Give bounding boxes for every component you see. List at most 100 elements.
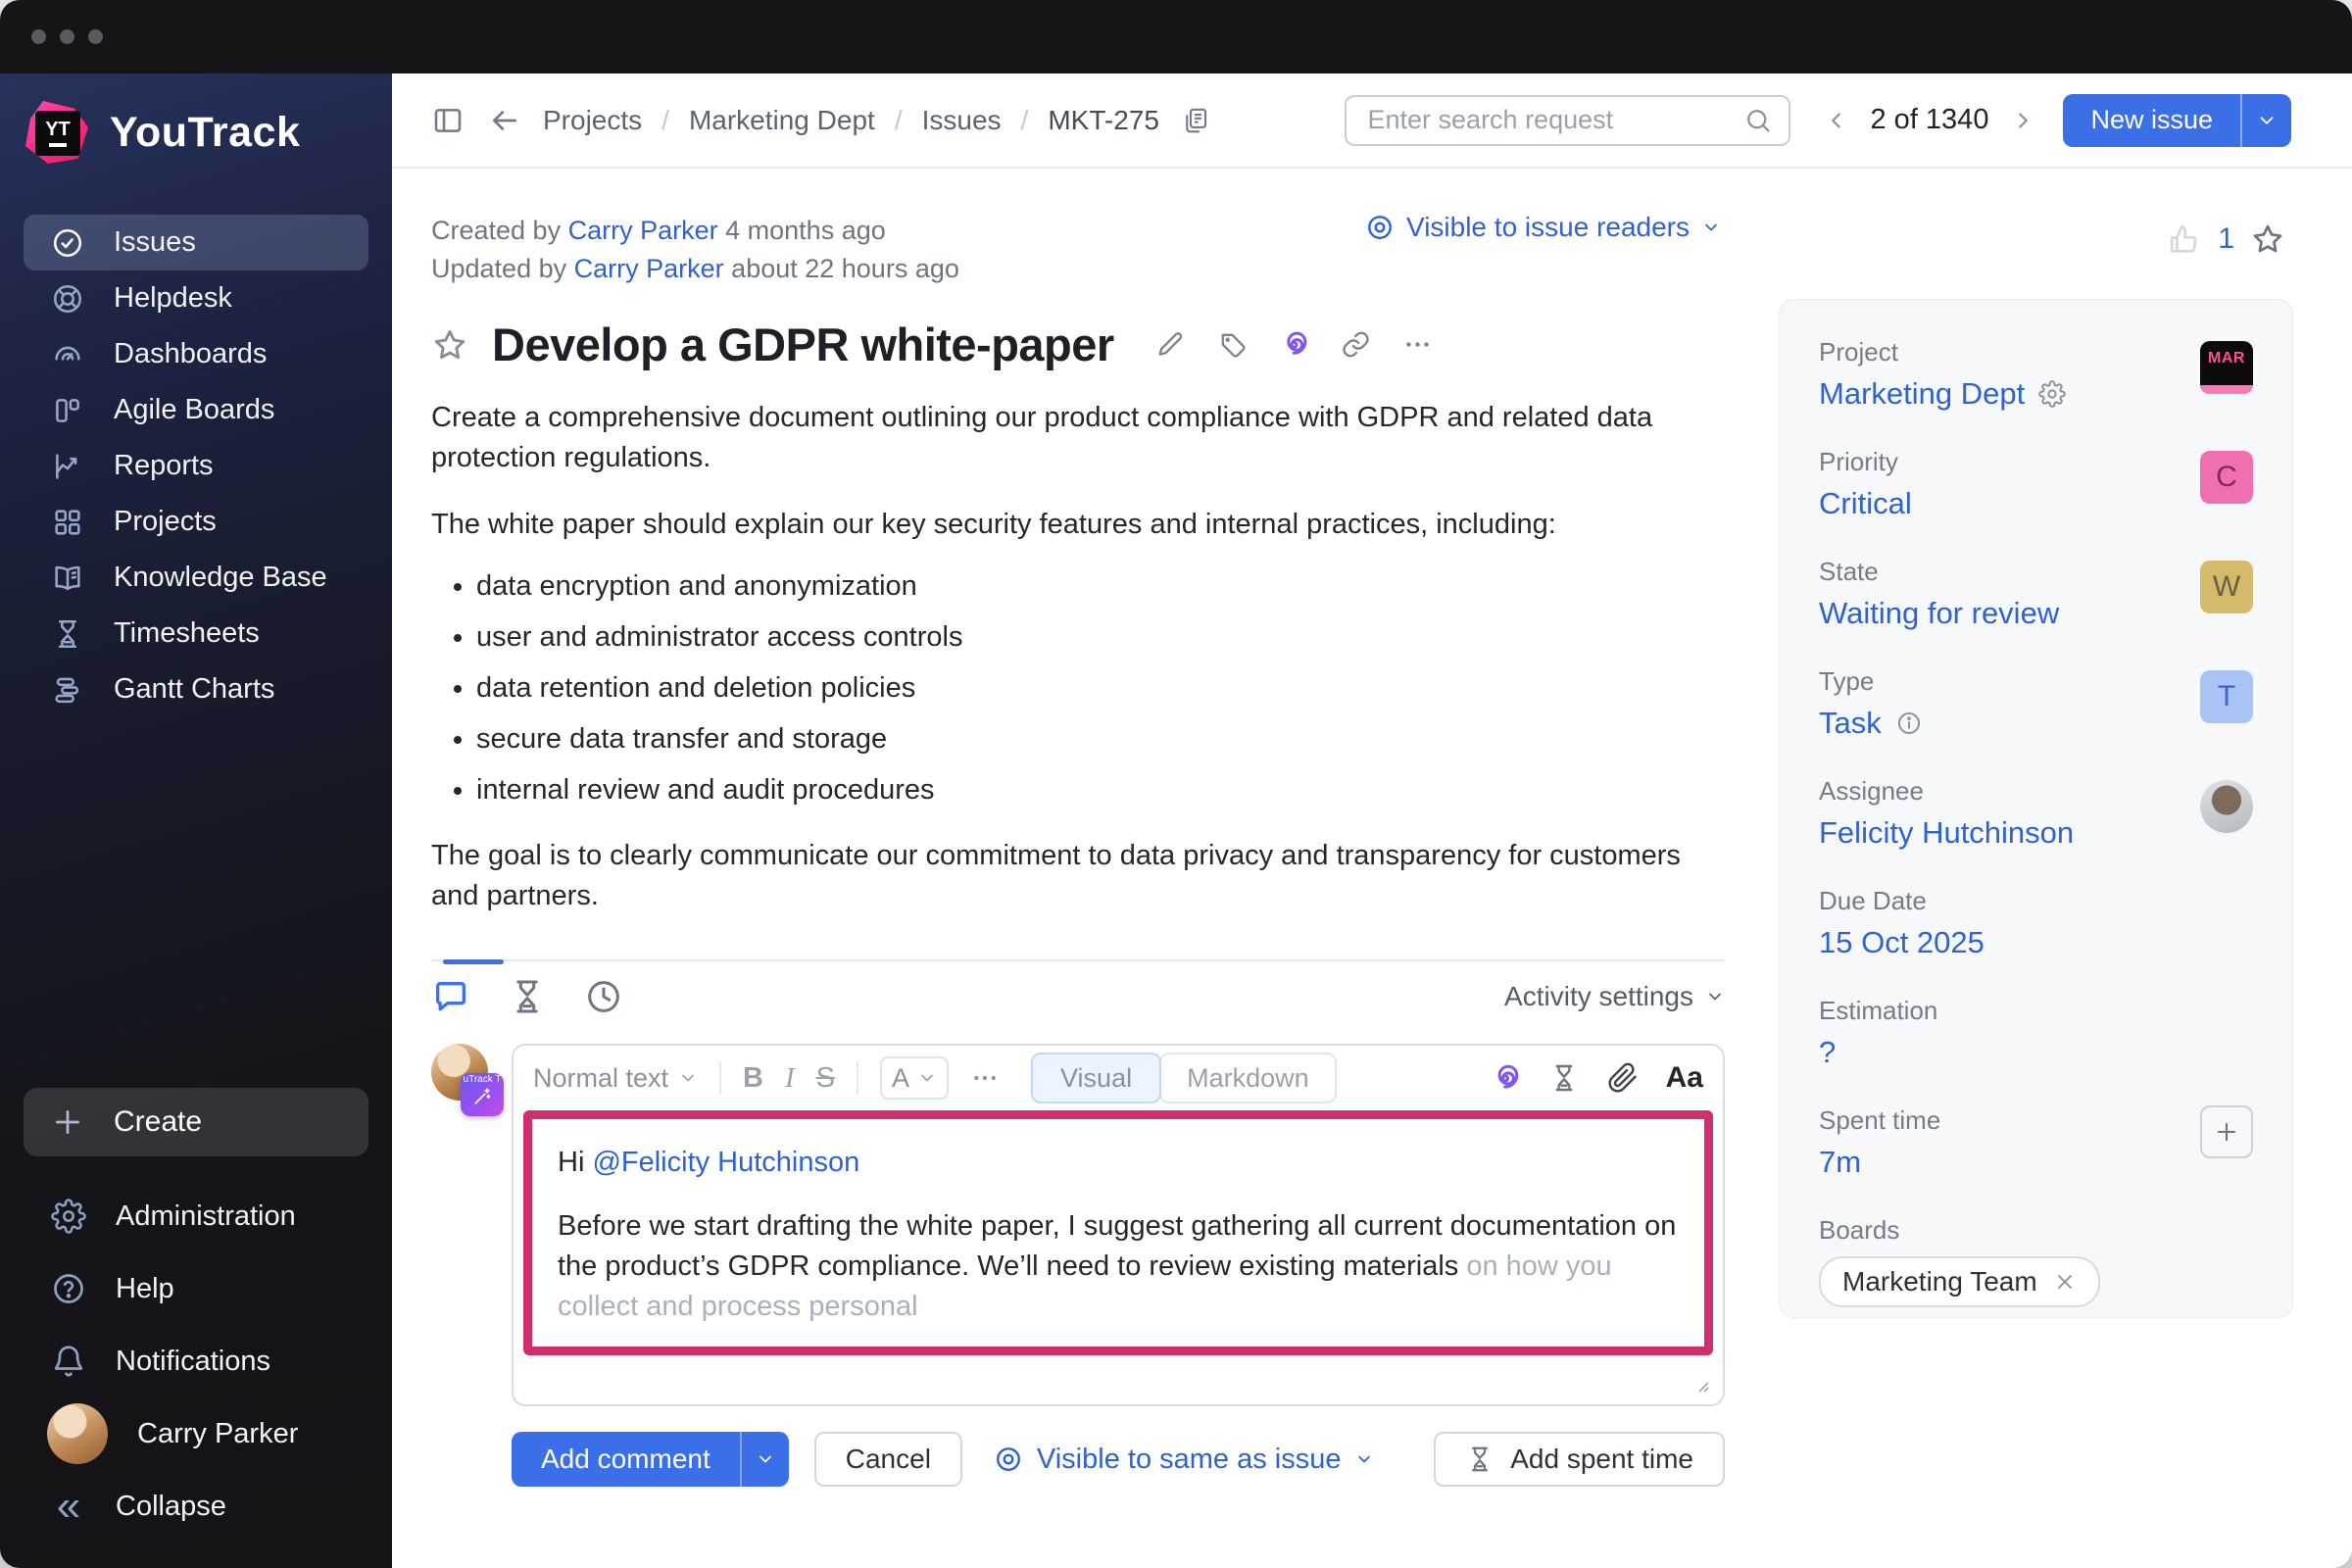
back-arrow-icon[interactable]: [488, 104, 521, 137]
hourglass-icon[interactable]: [1548, 1062, 1580, 1094]
ai-badge-label: uTrack T: [464, 1073, 502, 1086]
app-window: YT YouTrack Issues Helpdesk Dashboards: [0, 0, 2352, 1568]
stars-count: 1: [2218, 222, 2234, 256]
history-hourglass-tab-icon[interactable]: [508, 977, 547, 1016]
issue-fields-panel: Project Marketing Dept MAR Priority Crit…: [1779, 299, 2293, 1318]
text-color-dropdown[interactable]: A: [880, 1056, 949, 1100]
star-issue-icon[interactable]: [431, 326, 468, 364]
collapse-sidebar-button[interactable]: « Collapse: [24, 1470, 368, 1543]
breadcrumb-marketing-dept[interactable]: Marketing Dept: [689, 105, 875, 136]
chevron-left-icon[interactable]: [1824, 108, 1849, 133]
topbar: Projects / Marketing Dept / Issues / MKT…: [392, 74, 2352, 169]
sidebar-item-projects[interactable]: Projects: [24, 494, 368, 550]
more-actions-icon[interactable]: [1402, 329, 1433, 360]
pencil-icon[interactable]: [1155, 329, 1186, 360]
comments-tab-icon[interactable]: [431, 977, 470, 1016]
ai-spiral-icon[interactable]: [1279, 329, 1309, 360]
priority-badge[interactable]: C: [2200, 451, 2253, 504]
logo-badge-text: YT: [45, 120, 71, 139]
comment-input[interactable]: Hi @Felicity Hutchinson Before we start …: [523, 1110, 1713, 1355]
sidebar-item-notifications[interactable]: Notifications: [24, 1325, 368, 1397]
sidebar-item-agile-boards[interactable]: Agile Boards: [24, 382, 368, 438]
new-issue-button[interactable]: New issue: [2063, 94, 2240, 147]
chevron-right-icon[interactable]: [2010, 108, 2035, 133]
search-icon[interactable]: [1743, 106, 1773, 135]
issue-visibility-dropdown[interactable]: Visible to issue readers: [1365, 212, 1725, 243]
copy-icon[interactable]: [1181, 106, 1210, 135]
assignee-value-link[interactable]: Felicity Hutchinson: [1819, 815, 2074, 851]
sidebar-item-label: Helpdesk: [114, 282, 232, 315]
youtrack-logo[interactable]: YT YouTrack: [0, 101, 392, 164]
tag-icon[interactable]: [1217, 329, 1248, 360]
search-input[interactable]: [1366, 104, 1743, 136]
time-clock-tab-icon[interactable]: [584, 977, 623, 1016]
created-by-user-link[interactable]: Carry Parker: [568, 216, 718, 245]
link-icon[interactable]: [1341, 329, 1371, 360]
due-date-value-link[interactable]: 15 Oct 2025: [1819, 925, 1984, 960]
activity-settings-dropdown[interactable]: Activity settings: [1504, 981, 1725, 1012]
text-size-button[interactable]: Aa: [1666, 1061, 1703, 1095]
breadcrumb-projects[interactable]: Projects: [543, 105, 642, 136]
add-comment-dropdown-button[interactable]: [740, 1432, 789, 1487]
field-label: Boards: [1819, 1215, 2184, 1246]
markdown-mode-button[interactable]: Markdown: [1159, 1053, 1337, 1103]
assignee-avatar[interactable]: [2200, 780, 2253, 833]
visual-mode-button[interactable]: Visual: [1031, 1053, 1161, 1103]
sidebar-item-timesheets[interactable]: Timesheets: [24, 606, 368, 662]
sidebar-item-label: Timesheets: [114, 617, 260, 650]
breadcrumb-issues[interactable]: Issues: [922, 105, 1002, 136]
sidebar-item-reports[interactable]: Reports: [24, 438, 368, 494]
project-value-link[interactable]: Marketing Dept: [1819, 376, 2025, 412]
window-zoom-button[interactable]: [88, 29, 103, 44]
cancel-button[interactable]: Cancel: [814, 1432, 962, 1487]
new-issue-dropdown-button[interactable]: [2240, 94, 2291, 147]
star-icon[interactable]: [2250, 221, 2285, 257]
sidebar-item-help[interactable]: Help: [24, 1252, 368, 1325]
thumb-up-icon[interactable]: [2167, 221, 2202, 257]
sidebar-item-administration[interactable]: Administration: [24, 1180, 368, 1252]
type-value-link[interactable]: Task: [1819, 706, 1882, 741]
info-icon[interactable]: [1895, 710, 1923, 737]
create-button[interactable]: Create: [24, 1088, 368, 1156]
project-avatar[interactable]: MAR: [2200, 341, 2253, 394]
description-paragraph: Create a comprehensive document outlinin…: [431, 398, 1725, 478]
paragraph-style-dropdown[interactable]: Normal text: [533, 1063, 698, 1094]
more-formatting-icon[interactable]: [970, 1063, 1000, 1093]
add-spent-time-plus-button[interactable]: [2200, 1105, 2253, 1158]
ai-spiral-icon[interactable]: [1490, 1062, 1521, 1094]
italic-button[interactable]: I: [785, 1062, 795, 1095]
mention-link[interactable]: @Felicity Hutchinson: [592, 1147, 859, 1178]
state-value-link[interactable]: Waiting for review: [1819, 596, 2059, 631]
updated-by-user-link[interactable]: Carry Parker: [574, 254, 724, 283]
gear-icon[interactable]: [2038, 380, 2066, 408]
resize-handle-icon[interactable]: [1691, 1375, 1711, 1395]
sidebar-menu: Issues Helpdesk Dashboards Agile Boards …: [0, 215, 392, 717]
user-menu[interactable]: Carry Parker: [24, 1397, 368, 1470]
panel-left-icon[interactable]: [431, 104, 465, 137]
window-close-button[interactable]: [31, 29, 46, 44]
sidebar-item-knowledge-base[interactable]: Knowledge Base: [24, 550, 368, 606]
bold-button[interactable]: B: [743, 1062, 763, 1095]
type-badge[interactable]: T: [2200, 670, 2253, 723]
paperclip-icon[interactable]: [1607, 1062, 1639, 1094]
comment-visibility-dropdown[interactable]: Visible to same as issue: [994, 1444, 1375, 1476]
priority-value-link[interactable]: Critical: [1819, 486, 1912, 521]
close-icon[interactable]: [2053, 1270, 2077, 1294]
editor-mode-toggle: Visual Markdown: [1031, 1053, 1337, 1103]
board-chip-label: Marketing Team: [1842, 1266, 2037, 1298]
add-spent-time-button[interactable]: Add spent time: [1434, 1432, 1725, 1487]
estimation-value-link[interactable]: ?: [1819, 1035, 1836, 1070]
state-badge[interactable]: W: [2200, 561, 2253, 613]
breadcrumb-issue-id[interactable]: MKT-275: [1048, 105, 1159, 136]
add-comment-button[interactable]: Add comment: [512, 1432, 740, 1487]
sidebar-item-dashboards[interactable]: Dashboards: [24, 326, 368, 382]
field-label: Type: [1819, 666, 2184, 697]
strikethrough-button[interactable]: S: [816, 1062, 835, 1095]
board-chip[interactable]: Marketing Team: [1819, 1256, 2100, 1307]
user-avatar: [47, 1403, 108, 1464]
sidebar-item-issues[interactable]: Issues: [24, 215, 368, 270]
sidebar-item-gantt-charts[interactable]: Gantt Charts: [24, 662, 368, 717]
spent-time-value-link[interactable]: 7m: [1819, 1145, 1861, 1180]
window-minimize-button[interactable]: [60, 29, 74, 44]
sidebar-item-helpdesk[interactable]: Helpdesk: [24, 270, 368, 326]
